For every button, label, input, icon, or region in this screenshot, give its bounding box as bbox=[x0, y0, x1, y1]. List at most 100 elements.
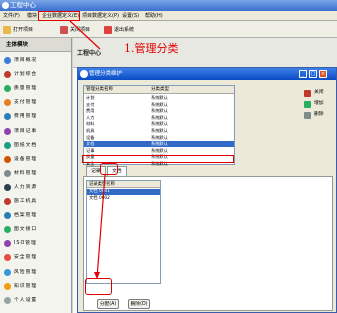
maximize-icon[interactable]: □ bbox=[309, 70, 317, 78]
sidebar-item-label: 档案管理 bbox=[14, 213, 38, 219]
table-row[interactable]: 文档 系统默认 bbox=[84, 141, 234, 148]
sidebar-item[interactable]: 计划综合 bbox=[0, 69, 71, 80]
module-icon bbox=[4, 85, 11, 93]
list-header: 记录类型名称 bbox=[87, 181, 160, 188]
sidebar-item[interactable]: 材料管理 bbox=[0, 168, 71, 179]
menu-project-data[interactable]: 项目数据定义(P) bbox=[81, 12, 120, 20]
module-icon bbox=[4, 198, 11, 205]
exit-system-label: 退出系统 bbox=[114, 27, 135, 33]
sidebar-item[interactable]: 施工机具 bbox=[0, 196, 71, 207]
close-button-label: 关闭 bbox=[314, 90, 324, 95]
cell-name: 人力 bbox=[86, 114, 95, 120]
close-project-button[interactable]: 关闭项目 bbox=[60, 25, 90, 35]
table-row[interactable]: 人力 系统默认 bbox=[84, 115, 234, 121]
dialog-logo-icon bbox=[80, 70, 88, 78]
close-project-label: 关闭项目 bbox=[70, 27, 91, 33]
menu-help[interactable]: 帮助(H) bbox=[144, 12, 164, 20]
column-header-type[interactable]: 分类类型 bbox=[151, 86, 169, 94]
sidebar-item[interactable]: 设备管理 bbox=[0, 154, 71, 165]
open-project-label: 打开项目 bbox=[13, 27, 34, 33]
table-row[interactable]: 记事 系统默认 bbox=[84, 148, 234, 154]
open-project-button[interactable]: 打开项目 bbox=[3, 25, 33, 35]
cell-name: 费用 bbox=[86, 108, 95, 114]
assign-button[interactable]: 分配(A) bbox=[97, 299, 119, 309]
remove-button[interactable]: 删除 bbox=[302, 110, 334, 120]
record-type-list[interactable]: 记录类型名称 文档 0001 文档 0002 bbox=[86, 180, 161, 284]
sidebar-item[interactable]: 个人设置 bbox=[0, 295, 71, 306]
menu-module[interactable]: 模块 bbox=[26, 12, 38, 20]
cell-name: 支付 bbox=[86, 101, 95, 107]
sidebar-item-label: 安全管理 bbox=[14, 255, 38, 261]
module-icon bbox=[4, 226, 11, 234]
cell-type: 系统默认 bbox=[151, 101, 168, 107]
sidebar-item-label: 风险管理 bbox=[14, 269, 38, 275]
table-row[interactable]: 设备 系统默认 bbox=[84, 135, 234, 141]
close-icon[interactable]: × bbox=[319, 70, 327, 78]
sidebar-item[interactable]: 图文接口 bbox=[0, 224, 71, 235]
sidebar-item-label: 施工机具 bbox=[14, 199, 38, 204]
annotation-step-label: 1.管理分类 bbox=[124, 42, 179, 55]
sidebar-item-label: 质量管理 bbox=[14, 86, 38, 92]
column-header-name[interactable]: 管理分类名称 bbox=[86, 86, 113, 94]
add-button-label: 增加 bbox=[314, 101, 324, 106]
sidebar-item[interactable]: 人力资源 bbox=[0, 182, 71, 193]
list-item[interactable]: 文档 0001 bbox=[87, 189, 160, 195]
exit-icon bbox=[104, 26, 112, 34]
table-row[interactable]: 机具 系统默认 bbox=[84, 128, 234, 134]
add-button[interactable]: 增加 bbox=[302, 99, 334, 109]
module-icon bbox=[4, 71, 11, 79]
menu-file[interactable]: 文件(F) bbox=[2, 12, 21, 20]
delete-button[interactable]: 删除(D) bbox=[128, 299, 150, 309]
cell-type: 系统默认 bbox=[151, 141, 168, 147]
cell-type: 系统默认 bbox=[151, 128, 168, 133]
category-dialog: 管理分类维护 _ □ × 管理分类名称 分类类型 计划 系统默认 支付 系统默认 费用系… bbox=[77, 67, 337, 313]
cell-type: 系统默认 bbox=[151, 147, 168, 153]
module-icon bbox=[4, 183, 11, 191]
sidebar-item-label: 项目记事 bbox=[14, 128, 38, 134]
table-row[interactable]: 计划 系统默认 bbox=[84, 95, 234, 101]
menu-settings[interactable]: 设置(S) bbox=[121, 12, 140, 20]
module-icon bbox=[4, 155, 11, 163]
cell-name: 机具 bbox=[86, 128, 95, 133]
sidebar: 主体模块 项目概况 计划综合 质量管理 支付管理 费用管理 项目记事 图纸文档 设备管理 材料管… bbox=[0, 38, 72, 313]
sidebar-item-label: 图纸文档 bbox=[14, 142, 38, 148]
sidebar-item[interactable]: 质量管理 bbox=[0, 83, 71, 94]
delete-icon bbox=[304, 112, 311, 119]
close-icon bbox=[304, 90, 311, 97]
close-button[interactable]: 关闭 bbox=[302, 88, 334, 98]
highlight-document-tab bbox=[100, 163, 118, 175]
sidebar-item-label: 人力资源 bbox=[14, 184, 38, 190]
sidebar-item[interactable]: 档案管理 bbox=[0, 210, 71, 221]
workarea-tab[interactable]: 工程中心 bbox=[73, 38, 337, 68]
sidebar-item-label: 费用管理 bbox=[14, 114, 38, 120]
tab-panel: 记录类型名称 文档 0001 文档 0002 分配(A) 删除(D) bbox=[83, 176, 333, 311]
exit-system-button[interactable]: 退出系统 bbox=[104, 25, 134, 35]
table-row[interactable]: 支付 系统默认 bbox=[84, 102, 234, 108]
sidebar-item-label: 设备管理 bbox=[14, 156, 38, 162]
module-icon bbox=[4, 99, 11, 107]
sidebar-item[interactable]: 安全管理 bbox=[0, 252, 71, 263]
sidebar-item[interactable]: 图纸文档 bbox=[0, 140, 71, 151]
module-icon bbox=[4, 57, 11, 64]
table-row[interactable]: 费用 系统默认 bbox=[84, 108, 234, 114]
module-icon bbox=[4, 113, 11, 121]
sidebar-item[interactable]: 项目概况 bbox=[0, 55, 71, 66]
sidebar-item[interactable]: 知识管理 bbox=[0, 281, 71, 292]
minimize-icon[interactable]: _ bbox=[299, 70, 307, 78]
cell-name: 材料 bbox=[86, 121, 95, 127]
sidebar-item[interactable]: ISO管理 bbox=[0, 238, 71, 249]
sidebar-item[interactable]: 支付管理 bbox=[0, 97, 71, 108]
app-title: 工程中心 bbox=[10, 1, 36, 9]
highlight-assign-button bbox=[85, 278, 112, 295]
module-icon bbox=[4, 282, 11, 290]
sidebar-item[interactable]: 风险管理 bbox=[0, 267, 71, 278]
sidebar-item-label: 支付管理 bbox=[14, 100, 38, 106]
sidebar-item[interactable]: 项目记事 bbox=[0, 126, 71, 137]
module-icon bbox=[4, 127, 11, 135]
highlight-selected-row bbox=[82, 155, 234, 163]
dialog-tabs: 记录 文档 bbox=[83, 166, 333, 176]
sidebar-item[interactable]: 费用管理 bbox=[0, 111, 71, 122]
list-item[interactable]: 文档 0002 bbox=[87, 196, 160, 202]
sidebar-item-label: 项目概况 bbox=[14, 58, 38, 63]
table-row[interactable]: 材料 系统默认 bbox=[84, 121, 234, 127]
